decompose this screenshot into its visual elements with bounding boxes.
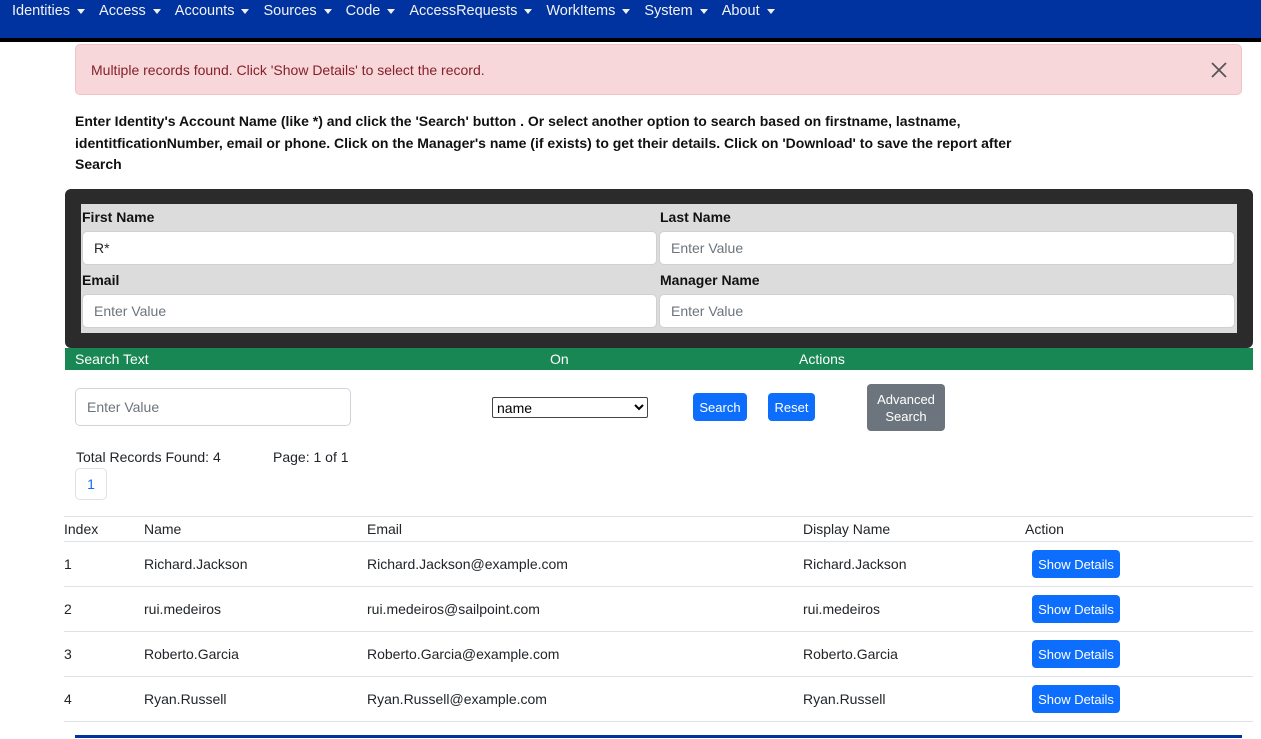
cell-name: Ryan.Russell [144, 676, 367, 722]
nav-item-label: WorkItems [546, 3, 616, 19]
show-details-button[interactable]: Show Details [1032, 595, 1120, 623]
cell-email: Ryan.Russell@example.com [367, 676, 803, 722]
caret-down-icon [241, 8, 250, 14]
on-header: On [550, 351, 569, 367]
nav-item-system[interactable]: System [644, 3, 708, 19]
caret-down-icon [699, 8, 708, 14]
nav-item-code[interactable]: Code [346, 3, 396, 19]
caret-down-icon [622, 8, 631, 14]
nav-menu: Identities Access Accounts Sources Code … [0, 0, 1261, 22]
cell-name: Roberto.Garcia [144, 631, 367, 677]
cell-name: rui.medeiros [144, 586, 367, 632]
first-name-label: First Name [82, 209, 155, 225]
show-details-button[interactable]: Show Details [1032, 640, 1120, 668]
advanced-search-button[interactable]: Advanced Search [867, 384, 945, 431]
cell-display-name: Ryan.Russell [803, 676, 1025, 722]
nav-item-label: Access [99, 3, 146, 19]
close-icon[interactable] [1210, 61, 1228, 79]
cell-action: Show Details [1025, 541, 1253, 587]
nav-item-accounts[interactable]: Accounts [175, 3, 250, 19]
cell-index: 4 [64, 676, 144, 722]
nav-item-label: Code [345, 3, 381, 19]
table-row: 2 rui.medeiros rui.medeiros@sailpoint.co… [64, 586, 1253, 632]
nav-item-label: AccessRequests [409, 3, 518, 19]
table-header-row: Index Name Email Display Name Action [64, 516, 1253, 542]
col-header-name: Name [144, 516, 367, 542]
first-name-input[interactable] [82, 231, 657, 265]
cell-index: 3 [64, 631, 144, 677]
manager-name-label: Manager Name [660, 272, 760, 288]
col-header-index: Index [64, 516, 144, 542]
caret-down-icon [766, 8, 775, 14]
cell-index: 1 [64, 541, 144, 587]
nav-item-accessrequests[interactable]: AccessRequests [409, 3, 533, 19]
page-indicator: Page: 1 of 1 [273, 449, 349, 465]
cell-email: rui.medeiros@sailpoint.com [367, 586, 803, 632]
nav-item-label: System [644, 3, 693, 19]
cell-index: 2 [64, 586, 144, 632]
nav-item-label: Accounts [174, 3, 235, 19]
nav-item-sources[interactable]: Sources [263, 3, 332, 19]
pagination-page-1[interactable]: 1 [75, 468, 107, 500]
caret-down-icon [77, 8, 86, 14]
cell-display-name: Richard.Jackson [803, 541, 1025, 587]
error-alert: Multiple records found. Click 'Show Deta… [75, 44, 1242, 95]
alert-message: Multiple records found. Click 'Show Deta… [91, 62, 485, 78]
table-row: 4 Ryan.Russell Ryan.Russell@example.com … [64, 676, 1253, 722]
col-header-email: Email [367, 516, 803, 542]
manager-name-input[interactable] [659, 294, 1235, 328]
cell-display-name: rui.medeiros [803, 586, 1025, 632]
cell-action: Show Details [1025, 586, 1253, 632]
footer-divider [75, 735, 1242, 738]
search-button[interactable]: Search [693, 393, 747, 421]
nav-item-workitems[interactable]: WorkItems [546, 3, 631, 19]
cell-email: Roberto.Garcia@example.com [367, 631, 803, 677]
col-header-action: Action [1025, 516, 1253, 542]
last-name-input[interactable] [659, 231, 1235, 265]
cell-display-name: Roberto.Garcia [803, 631, 1025, 677]
nav-item-access[interactable]: Access [99, 3, 161, 19]
search-header-bar: Search Text On Actions [65, 348, 1253, 370]
email-label: Email [82, 272, 120, 288]
caret-down-icon [387, 8, 396, 14]
cell-action: Show Details [1025, 676, 1253, 722]
results-table: Index Name Email Display Name Action 1 R… [64, 516, 1253, 722]
cell-name: Richard.Jackson [144, 541, 367, 587]
show-details-button[interactable]: Show Details [1032, 550, 1120, 578]
nav-item-identities[interactable]: Identities [12, 3, 86, 19]
search-text-input[interactable] [75, 388, 351, 426]
show-details-button[interactable]: Show Details [1032, 685, 1120, 713]
search-text-header: Search Text [75, 351, 149, 367]
reset-button[interactable]: Reset [768, 393, 815, 421]
nav-item-about[interactable]: About [722, 3, 775, 19]
caret-down-icon [323, 8, 332, 14]
search-on-select[interactable]: name [492, 397, 648, 418]
caret-down-icon [524, 8, 533, 14]
nav-item-label: Identities [12, 3, 71, 19]
table-row: 3 Roberto.Garcia Roberto.Garcia@example.… [64, 631, 1253, 677]
cell-email: Richard.Jackson@example.com [367, 541, 803, 587]
col-header-display-name: Display Name [803, 516, 1025, 542]
form-fields: First Name Last Name Email Manager Name [81, 204, 1237, 333]
top-navbar: Identities Access Accounts Sources Code … [0, 0, 1261, 42]
last-name-label: Last Name [660, 209, 731, 225]
nav-item-label: About [721, 3, 760, 19]
nav-item-label: Sources [263, 3, 317, 19]
instructions-text: Enter Identity's Account Name (like *) a… [75, 113, 1012, 172]
caret-down-icon [152, 8, 161, 14]
identity-search-form: First Name Last Name Email Manager Name [65, 189, 1253, 348]
table-row: 1 Richard.Jackson Richard.Jackson@exampl… [64, 541, 1253, 587]
total-records-text: Total Records Found: 4 [76, 449, 221, 465]
actions-header: Actions [799, 351, 845, 367]
cell-action: Show Details [1025, 631, 1253, 677]
email-input[interactable] [82, 294, 657, 328]
